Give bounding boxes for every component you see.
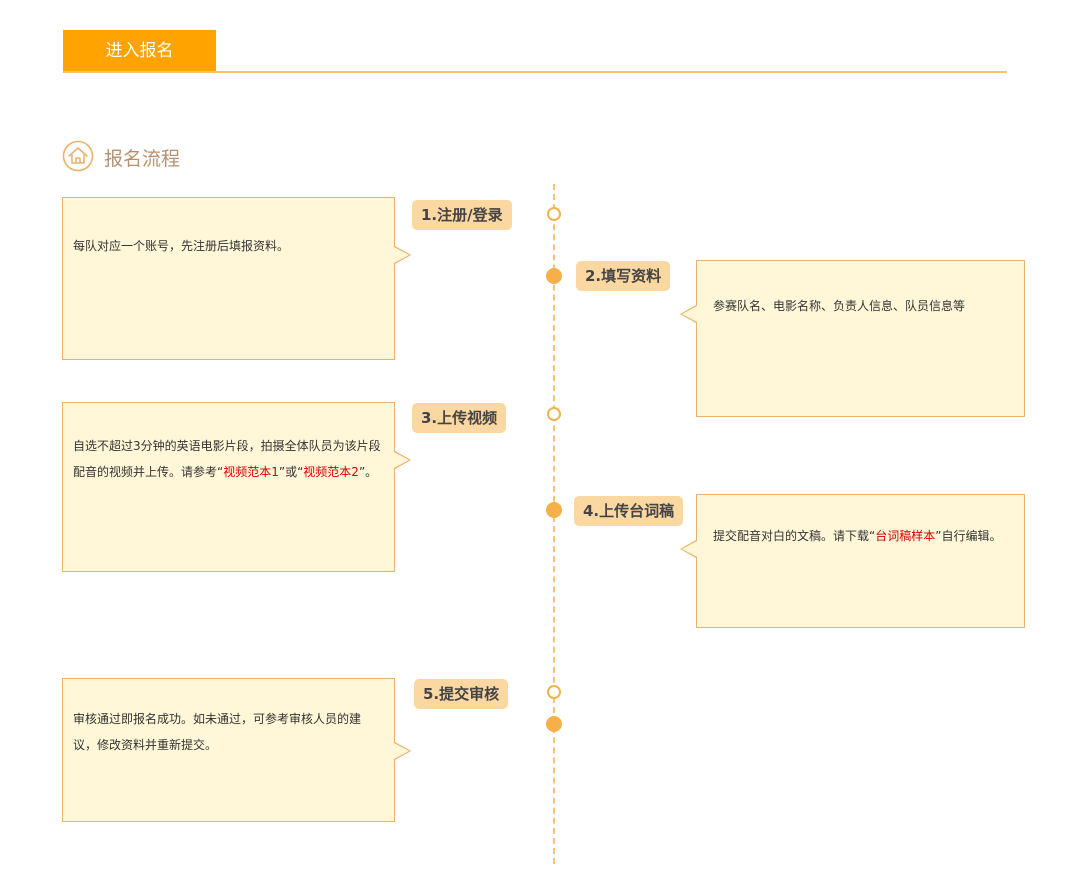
card-pointer — [394, 246, 411, 264]
step-label-submit-review: 5.提交审核 — [414, 679, 509, 709]
step-desc: 自选不超过3分钟的英语电影片段，拍摄全体队员为该片段配音的视频并上传。请参考“视… — [73, 439, 381, 479]
tab-underline — [63, 71, 1007, 73]
step-card-upload-video: 自选不超过3分钟的英语电影片段，拍摄全体队员为该片段配音的视频并上传。请参考“视… — [62, 402, 411, 572]
timeline-node-step4 — [546, 502, 562, 518]
step-card-register: 每队对应一个账号，先注册后填报资料。 — [62, 197, 411, 360]
step-card-submit-review: 审核通过即报名成功。如未通过，可参考审核人员的建议，修改资料并重新提交。 — [62, 678, 411, 822]
step-label-upload-script: 4.上传台词稿 — [574, 496, 684, 526]
step-desc: 每队对应一个账号，先注册后填报资料。 — [73, 239, 290, 253]
step-desc: 参赛队名、电影名称、负责人信息、队员信息等 — [713, 299, 966, 313]
timeline-line — [553, 184, 555, 864]
step-desc: 审核通过即报名成功。如未通过，可参考审核人员的建议，修改资料并重新提交。 — [73, 712, 362, 752]
step-label-register: 1.注册/登录 — [412, 200, 512, 230]
timeline-node-end — [546, 716, 562, 732]
card-pointer — [394, 451, 411, 469]
timeline-node-step1 — [547, 207, 561, 221]
tab-enroll[interactable]: 进入报名 — [63, 30, 216, 72]
video-sample-1-link[interactable]: 视频范本1 — [223, 465, 279, 479]
video-sample-2-link[interactable]: 视频范本2 — [303, 465, 359, 479]
timeline-node-step3 — [547, 407, 561, 421]
step-card-fill-info: 参赛队名、电影名称、负责人信息、队员信息等 — [680, 260, 1025, 417]
section-title: 报名流程 — [104, 148, 181, 170]
house-icon — [62, 140, 94, 172]
step-label-upload-video: 3.上传视频 — [412, 403, 507, 433]
card-pointer — [680, 540, 697, 558]
timeline-node-step5 — [547, 685, 561, 699]
step-card-upload-script: 提交配音对白的文稿。请下载“台词稿样本”自行编辑。 — [680, 494, 1025, 628]
card-pointer — [394, 742, 411, 760]
card-pointer — [680, 305, 697, 323]
timeline-node-step2 — [546, 268, 562, 284]
step-desc: 提交配音对白的文稿。请下载“台词稿样本”自行编辑。 — [713, 529, 1002, 543]
step-label-fill-info: 2.填写资料 — [576, 261, 671, 291]
script-sample-link[interactable]: 台词稿样本 — [875, 529, 935, 543]
